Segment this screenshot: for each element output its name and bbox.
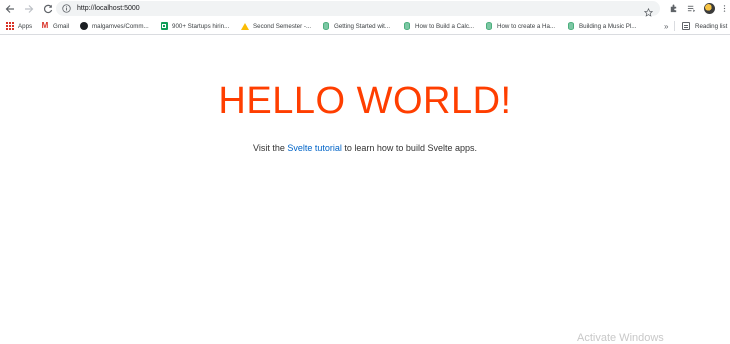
bookmark-label: 900+ Startups hirin...: [172, 22, 230, 30]
avatar: [703, 3, 715, 14]
page-content: HELLO WORLD! Visit the Svelte tutorial t…: [0, 36, 730, 344]
bookmarks-divider: [674, 21, 675, 31]
bookmarks-overflow-button[interactable]: »: [664, 17, 668, 35]
bookmark-star-icon[interactable]: [643, 4, 654, 17]
address-bar[interactable]: http://localhost:5000: [56, 1, 660, 17]
reading-list-icon: [682, 22, 690, 30]
intro-text: Visit the Svelte tutorial to learn how t…: [0, 143, 730, 153]
arrow-right-icon: [24, 4, 33, 13]
bookmarks-bar: Apps M Gmail malgamves/Comm... 900+ Star…: [0, 17, 730, 35]
svelte-tutorial-link[interactable]: Svelte tutorial: [287, 143, 342, 153]
page-title: HELLO WORLD!: [218, 80, 512, 122]
bookmark-label: Second Semester -...: [253, 22, 312, 30]
activate-windows-watermark: Activate Windows: [577, 332, 664, 344]
bookmark-label: How to Build a Calc...: [415, 22, 475, 30]
profile-avatar[interactable]: [700, 0, 718, 17]
url-text[interactable]: http://localhost:5000: [77, 5, 140, 12]
reload-button[interactable]: [38, 0, 57, 17]
bookmark-startups[interactable]: 900+ Startups hirin...: [160, 17, 229, 35]
intro-text-before: Visit the: [253, 143, 288, 153]
gmail-icon: M: [41, 21, 49, 30]
reading-list-label: Reading list: [695, 22, 728, 30]
apps-grid-icon: [6, 22, 14, 30]
bookmark-gmail[interactable]: M Gmail: [41, 17, 70, 35]
back-button[interactable]: [0, 0, 19, 17]
database-icon: [485, 22, 493, 30]
bookmark-second-semester[interactable]: Second Semester -...: [241, 17, 311, 35]
bookmark-label: malgamves/Comm...: [92, 22, 149, 30]
bookmark-create-ha[interactable]: How to create a Ha...: [485, 17, 555, 35]
menu-kebab-icon[interactable]: [718, 0, 730, 17]
bookmark-label: How to create a Ha...: [497, 22, 556, 30]
bookmark-music-player[interactable]: Building a Music Pl...: [567, 17, 636, 35]
bookmark-apps[interactable]: Apps: [6, 17, 32, 35]
sheets-icon: [160, 22, 168, 30]
database-icon: [567, 22, 575, 30]
bookmark-getting-started[interactable]: Getting Started wit...: [322, 17, 390, 35]
database-icon: [322, 22, 330, 30]
bookmark-label: Apps: [18, 22, 33, 30]
forward-button[interactable]: [19, 0, 38, 17]
bookmark-label: Building a Music Pl...: [579, 22, 637, 30]
reading-list-button[interactable]: Reading list: [682, 17, 727, 35]
github-icon: [80, 22, 88, 30]
browser-toolbar: http://localhost:5000: [0, 0, 730, 17]
bookmark-label: Getting Started wit...: [334, 22, 391, 30]
bookmark-github[interactable]: malgamves/Comm...: [80, 17, 149, 35]
info-icon[interactable]: [62, 4, 71, 13]
bookmark-build-calc[interactable]: How to Build a Calc...: [403, 17, 474, 35]
media-queue-icon[interactable]: [682, 0, 700, 17]
drive-icon: [241, 22, 249, 30]
bookmark-label: Gmail: [53, 22, 70, 30]
intro-text-after: to learn how to build Svelte apps.: [341, 143, 477, 153]
database-icon: [403, 22, 411, 30]
arrow-left-icon: [5, 4, 14, 13]
reload-icon: [43, 4, 52, 13]
extensions-icon[interactable]: [664, 0, 682, 17]
